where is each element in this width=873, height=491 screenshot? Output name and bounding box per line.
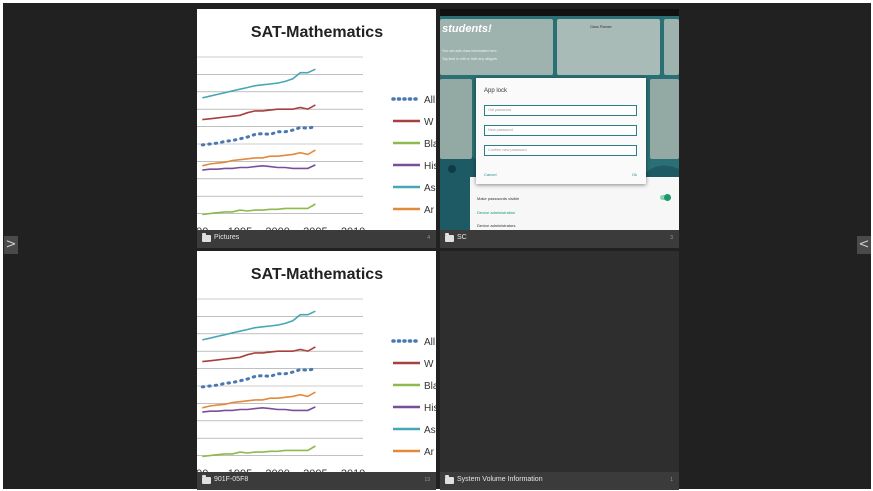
greeting-subtext-1: You can add class information here. xyxy=(442,49,498,53)
next-page-arrow-icon[interactable]: < xyxy=(857,236,871,254)
confirm-password-placeholder: Confirm new password xyxy=(488,148,527,152)
series-line xyxy=(202,445,316,458)
right-panel xyxy=(650,79,679,159)
legend-label: All xyxy=(424,95,435,106)
setting-device-admins[interactable]: Device administrators xyxy=(477,223,515,228)
folder-name: SC xyxy=(457,234,467,241)
legend-label: As xyxy=(424,183,436,194)
legend-label: Bla xyxy=(424,381,436,392)
setting-passwords-visible[interactable]: Make passwords visible xyxy=(477,196,519,201)
legend-label: W xyxy=(424,117,434,128)
settings-panel: Make passwords visible Device administra… xyxy=(470,177,679,230)
folder-caption: Pictures 4 xyxy=(197,230,436,248)
series-line xyxy=(202,203,316,216)
legend-label: His xyxy=(424,161,436,172)
item-count: 1 xyxy=(670,477,673,483)
previous-page-arrow-icon[interactable]: > xyxy=(4,236,18,254)
series-line xyxy=(202,164,316,171)
planner-card-label: Class Planner xyxy=(590,25,612,29)
folder-icon xyxy=(202,475,211,484)
empty-thumbnail xyxy=(440,251,679,472)
legend-label: As xyxy=(424,425,436,436)
old-password-placeholder: Old password xyxy=(488,108,512,112)
folder-caption: 901F-05F8 13 xyxy=(197,472,436,490)
folder-name: 901F-05F8 xyxy=(214,476,249,483)
passwords-visible-toggle[interactable] xyxy=(660,194,671,201)
chart-thumbnail: SAT-Mathematics901995200020052010AllWBla… xyxy=(197,251,436,472)
new-password-placeholder: New password xyxy=(488,128,513,132)
series-line xyxy=(202,346,316,363)
series-line xyxy=(202,406,316,413)
new-password-field[interactable]: New password xyxy=(484,125,637,136)
series-line xyxy=(202,104,316,121)
chart-title: SAT-Mathematics xyxy=(251,24,383,41)
series-line xyxy=(202,391,316,409)
folder-icon xyxy=(445,233,454,242)
folder-name: Pictures xyxy=(214,234,240,241)
chart-thumbnail: SAT-Mathematics901995200020052010AllWBla… xyxy=(197,9,436,230)
sat-chart: SAT-Mathematics901995200020052010AllWBla… xyxy=(197,266,436,472)
setting-device-admin[interactable]: Device administration xyxy=(477,210,515,215)
legend-label: W xyxy=(424,359,434,370)
confirm-password-field[interactable]: Confirm new password xyxy=(484,145,637,156)
side-card xyxy=(664,19,679,75)
folder-icon xyxy=(445,475,454,484)
greeting-subtext-2: Tap lead to edit or hide any widgets. xyxy=(442,57,498,61)
folder-tile-pictures[interactable]: SAT-Mathematics901995200020052010AllWBla… xyxy=(197,9,436,248)
ok-button[interactable]: Ok xyxy=(632,172,637,177)
legend-label: All xyxy=(424,337,435,348)
status-bar xyxy=(440,9,679,16)
greeting-headline: , students! xyxy=(440,23,492,35)
sat-chart: SAT-Mathematics901995200020052010AllWBla… xyxy=(197,24,436,230)
gallery-screen: > < SAT-Mathematics901995200020052010All… xyxy=(3,3,871,490)
item-count: 3 xyxy=(670,235,673,241)
series-line xyxy=(202,68,316,99)
series-line xyxy=(202,149,316,167)
screenshot-thumbnail: , students! You can add class informatio… xyxy=(440,9,679,230)
legend-label: Ar xyxy=(424,205,435,216)
legend-label: Ar xyxy=(424,447,435,458)
old-password-field[interactable]: Old password xyxy=(484,105,637,116)
item-count: 13 xyxy=(424,477,430,483)
folder-tile-901f-05f8[interactable]: SAT-Mathematics901995200020052010AllWBla… xyxy=(197,251,436,490)
cancel-button[interactable]: Cancel xyxy=(484,172,496,177)
folder-caption: System Volume Information 1 xyxy=(440,472,679,490)
folder-tile-system-volume-information[interactable]: System Volume Information 1 xyxy=(440,251,679,490)
folder-name: System Volume Information xyxy=(457,476,543,483)
dialog-title: App lock xyxy=(484,88,508,94)
folder-tile-sc[interactable]: , students! You can add class informatio… xyxy=(440,9,679,248)
app-lock-dialog: App lock Old password New password Confi… xyxy=(476,78,646,184)
series-line xyxy=(202,310,316,341)
series-line xyxy=(200,125,317,147)
folder-icon xyxy=(202,233,211,242)
chart-title: SAT-Mathematics xyxy=(251,266,383,283)
legend-label: His xyxy=(424,403,436,414)
folder-caption: SC 3 xyxy=(440,230,679,248)
left-panel xyxy=(440,79,472,159)
legend-label: Bla xyxy=(424,139,436,150)
series-line xyxy=(200,367,317,389)
item-count: 4 xyxy=(427,235,430,241)
